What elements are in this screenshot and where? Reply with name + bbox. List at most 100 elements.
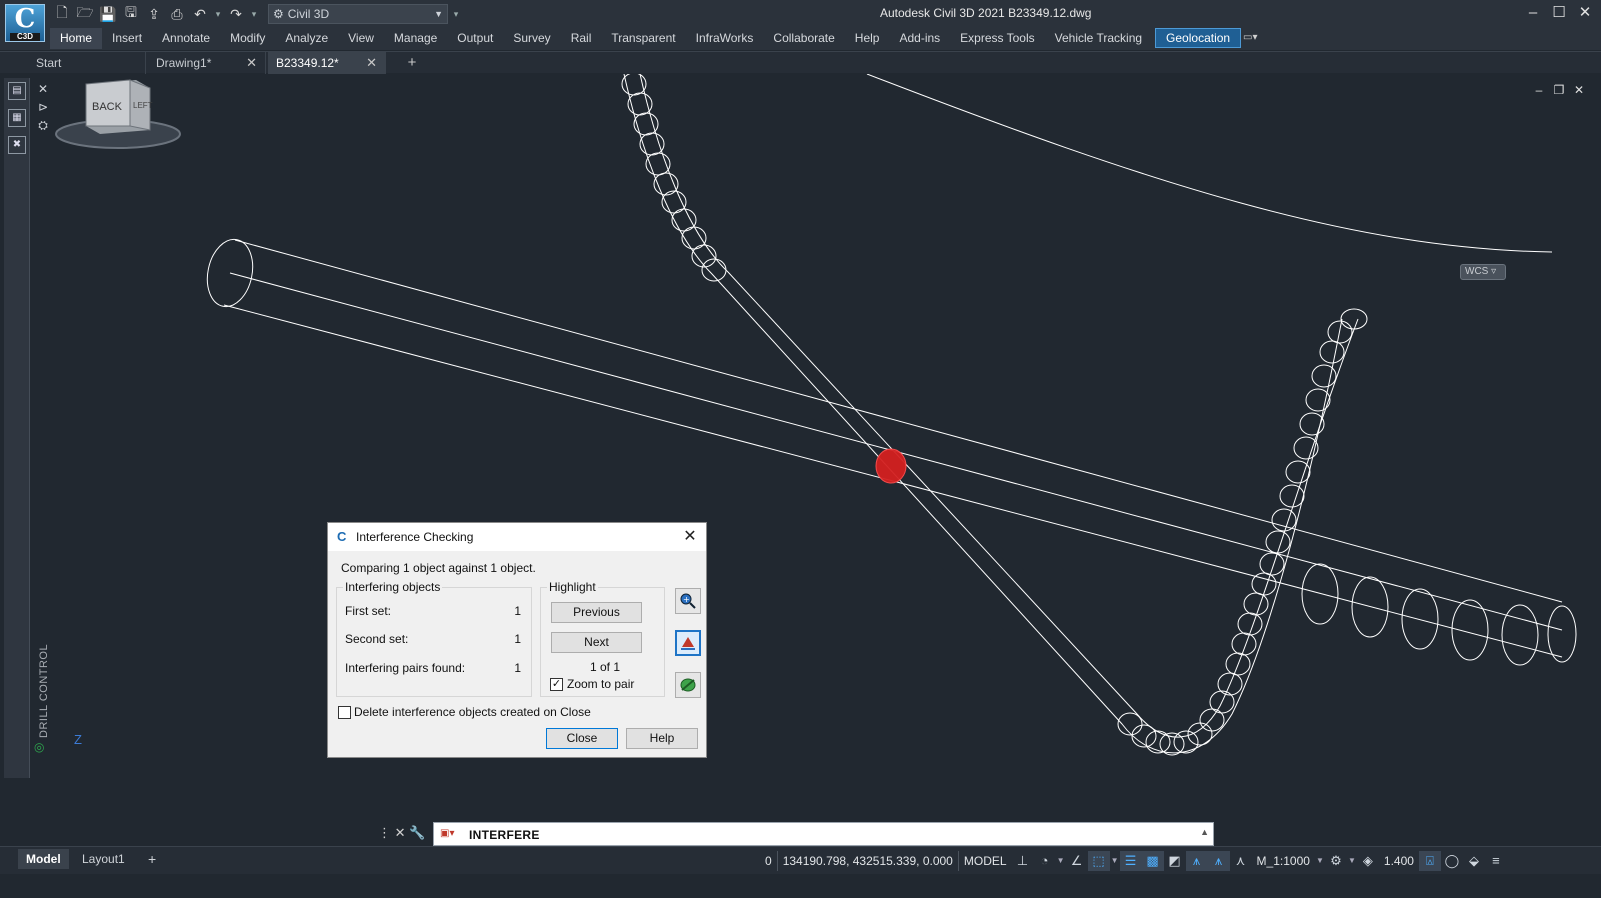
ribbon-minimize-icon[interactable]: ▭▾ xyxy=(1243,32,1269,46)
transparency-icon[interactable]: ▩ xyxy=(1141,851,1164,871)
palette-settings-icon[interactable]: ⛭ xyxy=(36,118,50,132)
delete-objects-checkbox[interactable] xyxy=(338,706,351,719)
ribbon-tab-add-ins[interactable]: Add-ins xyxy=(889,28,950,49)
layer-icon[interactable]: ◈ xyxy=(1357,851,1379,871)
ribbon-tab-manage[interactable]: Manage xyxy=(384,28,447,49)
customize-wrench-icon[interactable]: 🔧 xyxy=(409,825,425,840)
isolate-objects-icon[interactable]: ◯ xyxy=(1441,851,1463,871)
workspace-dropdown[interactable]: ⚙ Civil 3D ▼ xyxy=(268,4,448,24)
dialog-title-bar[interactable]: C Interference Checking ✕ xyxy=(328,523,706,551)
open-icon[interactable]: 🗁 xyxy=(75,4,95,24)
import-icon[interactable]: ⇪ xyxy=(144,4,164,24)
ribbon-tab-vehicle-tracking[interactable]: Vehicle Tracking xyxy=(1045,28,1152,49)
file-tab-drawing1[interactable]: Drawing1* ✕ xyxy=(148,52,266,74)
units-icon[interactable]: ⍓ xyxy=(1418,851,1441,871)
close-tab-icon[interactable]: ✕ xyxy=(246,52,257,74)
object-snap-icon[interactable]: ⬚ xyxy=(1087,851,1110,871)
layout-tab-model[interactable]: Model xyxy=(18,849,69,869)
orbit-icon[interactable] xyxy=(675,672,701,698)
toolspace-icon[interactable]: ▤ xyxy=(8,82,26,100)
close-button[interactable]: Close xyxy=(546,728,618,749)
dialog-close-icon[interactable]: ✕ xyxy=(680,527,700,547)
ribbon-tab-home[interactable]: Home xyxy=(50,28,103,49)
model-viewport[interactable]: – ❐ ✕ BACK LEFT WCS ▿ xyxy=(52,74,1601,850)
selection-cycling-icon[interactable]: ◩ xyxy=(1164,851,1186,871)
annotation-scale-icon[interactable]: ⋏ xyxy=(1230,851,1252,871)
palette-close-icon[interactable]: ✕ xyxy=(36,82,50,96)
save-icon[interactable]: 💾 xyxy=(98,4,118,24)
layout-tab-layout1[interactable]: Layout1 xyxy=(74,849,133,869)
help-button[interactable]: Help xyxy=(626,728,698,749)
viewcube-left-face[interactable]: LEFT xyxy=(133,101,153,110)
chevron-down-icon[interactable]: ▼ xyxy=(1110,851,1120,871)
grip-icon[interactable]: ⋮ xyxy=(378,825,391,840)
zoom-realtime-icon[interactable]: + xyxy=(675,588,701,614)
redo-dropdown-icon[interactable]: ▾ xyxy=(249,4,259,24)
pan-realtime-icon[interactable] xyxy=(675,630,701,656)
customize-qat-icon[interactable]: ▾ xyxy=(451,4,461,24)
close-window-button[interactable]: ✕ xyxy=(1577,3,1593,23)
next-button[interactable]: Next xyxy=(551,632,642,653)
command-input[interactable]: ▣▾ INTERFERE ▲ xyxy=(433,822,1214,846)
file-tab-b23349[interactable]: B23349.12* ✕ xyxy=(268,52,386,74)
viewport-restore-icon[interactable]: ❐ xyxy=(1553,84,1565,96)
interference-solid[interactable] xyxy=(875,448,907,484)
ribbon-tab-modify[interactable]: Modify xyxy=(220,28,275,49)
ribbon-tab-help[interactable]: Help xyxy=(845,28,890,49)
viewcube[interactable]: BACK LEFT xyxy=(52,74,192,154)
chevron-down-icon[interactable]: ▼ xyxy=(1056,851,1066,871)
ribbon-tab-view[interactable]: View xyxy=(338,28,384,49)
lineweight-icon[interactable]: ☰ xyxy=(1119,851,1142,871)
lineweight-value[interactable]: 1.400 xyxy=(1379,851,1419,871)
auto-scale-icon[interactable]: ⩚ xyxy=(1207,851,1230,871)
customization-menu-icon[interactable]: ≡ xyxy=(1485,851,1507,871)
close-tab-icon[interactable]: ✕ xyxy=(366,52,377,74)
close-command-icon[interactable]: ✕ xyxy=(395,825,410,840)
redo-icon[interactable]: ↷ xyxy=(226,4,246,24)
plot-icon[interactable]: ⎙ xyxy=(167,4,187,24)
command-prompt-icon[interactable]: ▣▾ xyxy=(440,828,462,840)
ribbon-tab-geolocation[interactable]: Geolocation xyxy=(1155,28,1242,48)
application-menu-button[interactable]: C C3D xyxy=(5,4,45,42)
annotation-visibility-icon[interactable]: ⩚ xyxy=(1185,851,1208,871)
ribbon-tab-insert[interactable]: Insert xyxy=(102,28,152,49)
workspace-gear-icon[interactable]: ⚙ xyxy=(1325,851,1347,871)
viewport-minimize-icon[interactable]: – xyxy=(1533,84,1545,96)
ribbon-tab-transparent[interactable]: Transparent xyxy=(601,28,685,49)
new-tab-button[interactable]: + xyxy=(402,52,422,74)
properties-icon[interactable]: ▦ xyxy=(8,109,26,127)
polar-tracking-icon[interactable]: ◔ xyxy=(1034,851,1056,871)
file-tab-start[interactable]: Start xyxy=(28,52,146,74)
isodraft-icon[interactable]: ∠ xyxy=(1066,851,1088,871)
add-layout-button[interactable]: + xyxy=(140,849,164,869)
ribbon-tab-survey[interactable]: Survey xyxy=(503,28,560,49)
drawing-canvas[interactable] xyxy=(52,74,1601,850)
tools-icon[interactable]: ✖ xyxy=(8,136,26,154)
ribbon-tab-output[interactable]: Output xyxy=(447,28,503,49)
ribbon-tab-analyze[interactable]: Analyze xyxy=(275,28,338,49)
command-history-icon[interactable]: ▲ xyxy=(1200,827,1209,837)
annotation-scale-value[interactable]: M_1:1000 xyxy=(1252,851,1315,871)
palette-autohide-icon[interactable]: ⊳ xyxy=(36,100,50,114)
undo-dropdown-icon[interactable]: ▾ xyxy=(213,4,223,24)
save-as-icon[interactable]: 🖫 xyxy=(121,4,141,24)
ribbon-tab-rail[interactable]: Rail xyxy=(561,28,602,49)
new-icon[interactable]: 🗋 xyxy=(52,4,72,24)
chevron-down-icon[interactable]: ▼ xyxy=(1347,851,1357,871)
coordinates-readout[interactable]: 134190.798, 432515.339, 0.000 xyxy=(776,851,958,871)
wcs-dropdown[interactable]: WCS ▿ xyxy=(1460,264,1506,280)
hardware-acceleration-icon[interactable]: ⬙ xyxy=(1463,851,1485,871)
model-space-toggle[interactable]: MODEL xyxy=(957,851,1012,871)
previous-button[interactable]: Previous xyxy=(551,602,642,623)
ribbon-tab-express-tools[interactable]: Express Tools xyxy=(950,28,1044,49)
viewport-close-icon[interactable]: ✕ xyxy=(1573,84,1585,96)
minimize-button[interactable]: – xyxy=(1525,3,1541,23)
zoom-to-pair-checkbox[interactable]: ✓ xyxy=(550,678,563,691)
ribbon-tab-infraworks[interactable]: InfraWorks xyxy=(686,28,764,49)
undo-icon[interactable]: ↶ xyxy=(190,4,210,24)
alignment-line[interactable] xyxy=(866,74,1553,253)
maximize-button[interactable]: ☐ xyxy=(1551,3,1567,23)
viewcube-back-face[interactable]: BACK xyxy=(92,101,123,113)
ribbon-tab-annotate[interactable]: Annotate xyxy=(152,28,220,49)
ribbon-tab-collaborate[interactable]: Collaborate xyxy=(763,28,844,49)
